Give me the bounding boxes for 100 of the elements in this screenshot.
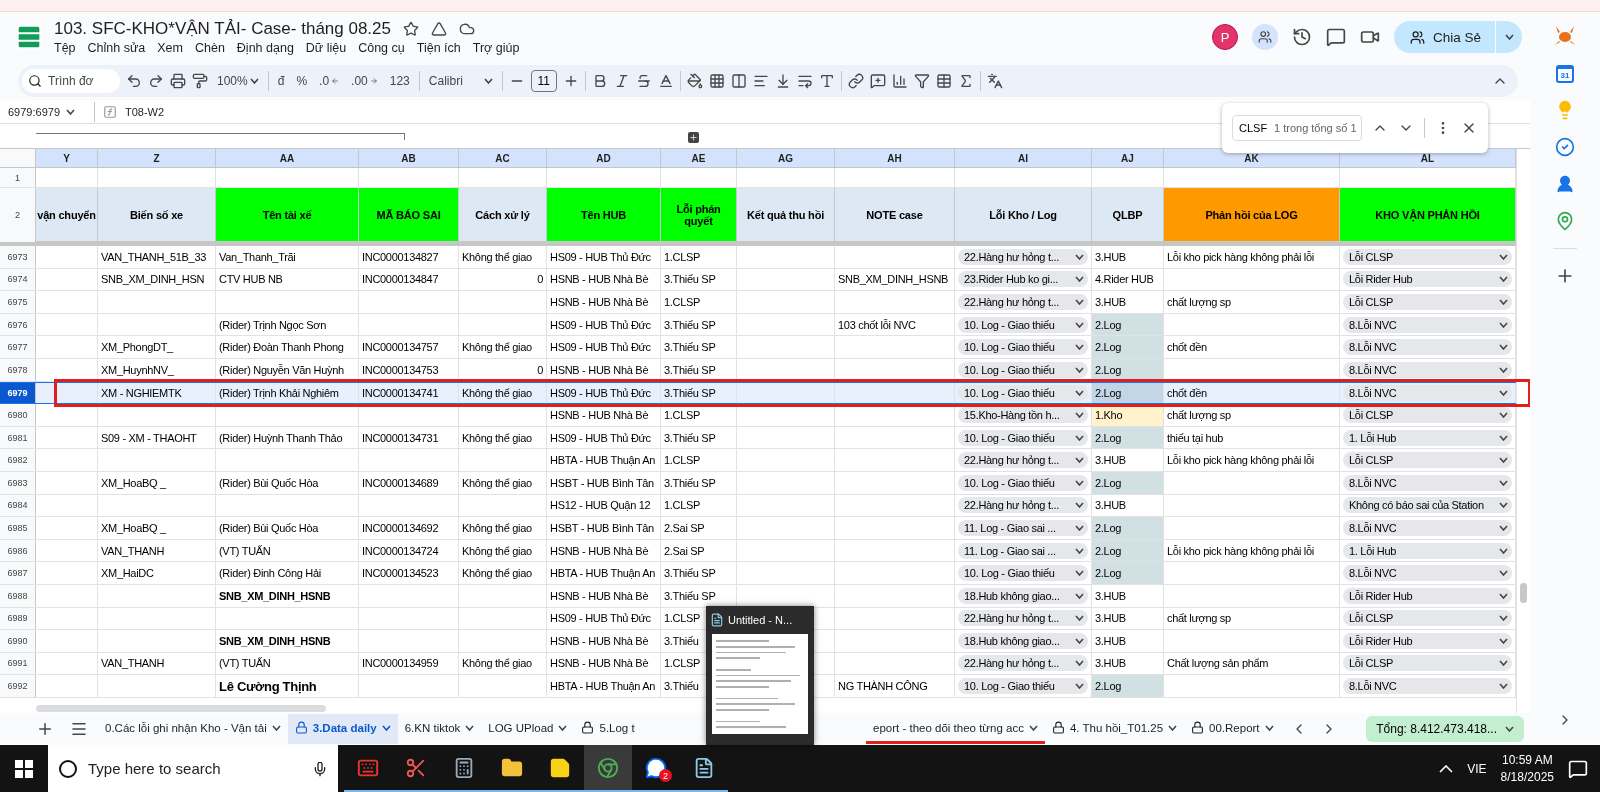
dropdown-chip[interactable]: 11. Log - Giao sai ... [958,542,1088,559]
row-number[interactable]: 6979 [0,382,36,404]
dropdown-chip[interactable]: 1. Lỗi Hub [1343,542,1512,559]
add-comment-icon[interactable] [869,73,886,89]
row-number[interactable]: 6973 [0,246,36,268]
row-number[interactable]: 6980 [0,404,36,426]
add-sheet-icon[interactable] [36,720,54,738]
menu-item[interactable]: Dữ liệu [305,41,347,55]
dropdown-chip[interactable]: 10. Log - Giao thiếu [958,565,1088,582]
user-avatar[interactable]: P [1211,24,1238,50]
dropdown-chip[interactable]: Lỗi CLSP [1343,610,1512,627]
chart-icon[interactable] [891,73,908,89]
dropdown-chip[interactable]: Lỗi Rider Hub [1343,271,1512,288]
microphone-icon[interactable] [312,760,328,777]
sheet-tab[interactable]: 3.Data daily [287,714,398,744]
row-number[interactable]: 6982 [0,449,36,471]
menu-item[interactable]: Trợ giúp [472,41,520,55]
increase-decimal-button[interactable]: .00 [348,69,381,93]
dropdown-chip[interactable]: 10. Log - Giao thiếu [958,474,1088,491]
link-icon[interactable] [847,73,864,89]
document-title[interactable]: 103. SFC-KHO*VẬN TẢI- Case- tháng 08.25 [54,19,391,39]
cloud-icon[interactable] [459,21,475,37]
decrease-decimal-button[interactable]: .0 [316,69,343,93]
dropdown-chip[interactable]: 10. Log - Giao thiếu [958,316,1088,333]
dropdown-chip[interactable]: Lỗi CLSP [1343,655,1512,672]
dropdown-chip[interactable]: Lỗi CLSP [1343,294,1512,310]
dropdown-chip[interactable]: 18.Hub không giao... [958,587,1088,604]
row-number[interactable]: 6986 [0,539,36,562]
row-number[interactable]: 6991 [0,652,36,675]
corner-cell[interactable] [0,149,36,168]
row-number[interactable]: 2 [0,188,36,242]
dropdown-chip[interactable]: 10. Log - Giao thiếu [958,678,1088,695]
dropdown-chip[interactable]: 22.Hàng hư hỏng t... [958,497,1088,514]
column-letter[interactable]: AB [359,149,459,168]
dropdown-chip[interactable]: 8.Lỗi NVC [1343,474,1512,491]
dropdown-chip[interactable]: 10. Log - Giao thiếu [958,429,1088,446]
filter-views-icon[interactable] [935,73,952,89]
dropdown-chip[interactable]: Không có báo sai của Station [1343,497,1512,514]
dropdown-chip[interactable]: 11. Log - Giao sai ... [958,519,1088,536]
print-icon[interactable] [170,73,186,89]
sheet-tab[interactable]: 5.Log t [574,714,642,744]
tasks-icon[interactable] [1555,137,1575,157]
dropdown-chip[interactable]: 10. Log - Giao thiếu [958,361,1088,378]
dropdown-chip[interactable]: Lỗi CLSP [1343,452,1512,469]
history-icon[interactable] [1291,27,1312,47]
row-number[interactable]: 6977 [0,336,36,358]
row-number[interactable]: 6989 [0,607,36,630]
borders-icon[interactable] [708,73,725,89]
dropdown-chip[interactable]: 22.Hàng hư hỏng t... [958,452,1088,469]
currency-button[interactable]: đ [274,69,288,93]
menu-item[interactable]: Tệp [54,41,76,55]
spreadsheet-logo-icon[interactable] [14,22,44,52]
row-number[interactable]: 6981 [0,426,36,449]
sheet-tab[interactable]: 4. Thu hồi_T01.25 [1044,714,1185,744]
clock-time[interactable]: 10:59 AM [1501,753,1553,767]
sum-button[interactable]: Tổng: 8.412.473.418... [1366,716,1524,742]
dropdown-chip[interactable]: 10. Log - Giao thiếu [958,384,1088,401]
dropdown-chip[interactable]: 22.Hàng hư hỏng t... [958,610,1088,627]
dropdown-chip[interactable]: Lỗi CLSP [1343,248,1512,265]
menu-item[interactable]: Định dạng [236,41,294,55]
search-input[interactable]: Trình đơ [48,74,108,88]
dropdown-chip[interactable]: 23.Rider Hub ko gi... [958,271,1088,288]
column-letter[interactable]: AI [955,149,1092,168]
row-number[interactable]: 6992 [0,675,36,697]
map-pin-icon[interactable] [1555,211,1575,231]
fill-color-icon[interactable] [686,73,703,89]
comment-icon[interactable] [1325,27,1346,47]
column-letter[interactable]: AC [459,149,547,168]
dropdown-chip[interactable]: 8.Lỗi NVC [1343,565,1512,582]
taskbar-app-button[interactable]: 2 [632,745,680,792]
taskbar-app-button[interactable] [584,745,632,792]
dropdown-chip[interactable]: 22.Hàng hư hỏng t... [958,655,1088,672]
people-icon[interactable] [1251,24,1278,50]
align-icon[interactable] [752,73,769,89]
row-number[interactable]: 6988 [0,584,36,607]
find-field[interactable]: CLSF 1 trong tổng số 1 [1232,115,1362,141]
row-number[interactable]: 6984 [0,494,36,517]
cell-reference[interactable]: 6979:6979 [8,105,60,118]
undo-icon[interactable] [126,73,142,89]
clock-date[interactable]: 8/18/2025 [1500,770,1554,784]
column-letter[interactable]: AA [216,149,359,168]
menu-item[interactable]: Tiện ích [416,41,461,55]
language-indicator[interactable]: VIE [1467,761,1487,776]
menu-item[interactable]: Công cụ [358,41,405,55]
column-letter[interactable]: AJ [1092,149,1164,168]
dropdown-chip[interactable]: 8.Lỗi NVC [1343,678,1512,695]
dropdown-chip[interactable]: 8.Lỗi NVC [1343,361,1512,378]
sheet-tab[interactable]: 00.Report [1184,714,1281,744]
row-number[interactable]: 6976 [0,313,36,336]
merge-cells-icon[interactable] [730,73,747,89]
redo-icon[interactable] [148,73,164,89]
scrollbar-thumb[interactable] [36,705,326,712]
dropdown-chip[interactable]: 8.Lỗi NVC [1343,316,1512,333]
menu-search-field[interactable]: Trình đơ [22,69,120,93]
font-dropdown[interactable]: Calibri [425,69,496,93]
contacts-icon[interactable] [1555,174,1575,194]
column-letter[interactable]: AH [835,149,955,168]
dropdown-chip[interactable]: 18.Hub không giao... [958,632,1088,649]
row-number[interactable]: 6975 [0,291,36,313]
dropdown-chip[interactable]: 1. Lỗi Hub [1343,429,1512,446]
